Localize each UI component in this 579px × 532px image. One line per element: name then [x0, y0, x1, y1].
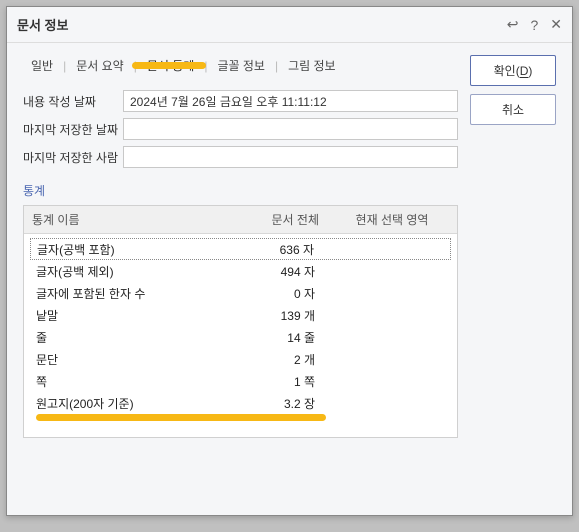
tab-bar: 일반 | 문서 요약 | 문서 통계 | 글꼴 정보 | 그림 정보: [23, 55, 458, 76]
stat-value: 0 자: [205, 285, 315, 302]
stats-body: 글자(공백 포함) 636 자 글자(공백 제외) 494 자 글자에 포함된 …: [24, 234, 457, 437]
stat-name: 원고지(200자 기준): [36, 395, 205, 412]
field-group: 내용 작성 날짜 마지막 저장한 날짜 마지막 저장한 사람: [23, 90, 458, 168]
ok-button[interactable]: 확인(D): [470, 55, 556, 86]
stat-value: 139 개: [205, 307, 315, 324]
titlebar: 문서 정보 ↩ ? ✕: [7, 7, 572, 43]
stat-value: 494 자: [205, 263, 315, 280]
saved-date-label: 마지막 저장한 날짜: [23, 121, 123, 138]
stat-name: 글자에 포함된 한자 수: [36, 285, 205, 302]
table-row[interactable]: 글자에 포함된 한자 수 0 자: [30, 282, 451, 304]
tab-general[interactable]: 일반: [23, 55, 61, 76]
created-date-input[interactable]: [123, 90, 458, 112]
close-icon[interactable]: ✕: [550, 16, 562, 33]
document-info-dialog: 문서 정보 ↩ ? ✕ 일반 | 문서 요약 | 문서 통계 | 글꼴 정보 |…: [6, 6, 573, 516]
table-row[interactable]: 낱말 139 개: [30, 304, 451, 326]
side-buttons: 확인(D) 취소: [470, 55, 556, 503]
help-icon[interactable]: ?: [530, 17, 538, 33]
stats-header-doc: 문서 전체: [217, 206, 327, 233]
dialog-title: 문서 정보: [17, 15, 507, 34]
stats-header-name: 통계 이름: [24, 206, 217, 233]
tab-separator: |: [61, 59, 68, 73]
stat-value: 1 쪽: [205, 373, 315, 390]
table-row[interactable]: 문단 2 개: [30, 348, 451, 370]
saved-by-input[interactable]: [123, 146, 458, 168]
table-row[interactable]: 글자(공백 제외) 494 자: [30, 260, 451, 282]
stat-name: 글자(공백 제외): [36, 263, 205, 280]
field-row-saved-date: 마지막 저장한 날짜: [23, 118, 458, 140]
tab-separator: |: [273, 59, 280, 73]
stat-name: 줄: [36, 329, 205, 346]
stat-name: 글자(공백 포함): [37, 241, 204, 258]
stat-name: 문단: [36, 351, 205, 368]
table-row[interactable]: 줄 14 줄: [30, 326, 451, 348]
stat-value: 14 줄: [205, 329, 315, 346]
table-row[interactable]: 원고지(200자 기준) 3.2 장: [30, 392, 451, 414]
saved-date-input[interactable]: [123, 118, 458, 140]
tab-font[interactable]: 글꼴 정보: [209, 55, 273, 76]
dialog-body: 일반 | 문서 요약 | 문서 통계 | 글꼴 정보 | 그림 정보 내용 작성…: [7, 43, 572, 515]
stats-header-selection: 현재 선택 영역: [327, 206, 457, 233]
saved-by-label: 마지막 저장한 사람: [23, 149, 123, 166]
stat-value: 636 자: [204, 241, 314, 258]
active-tab-highlight: [132, 62, 206, 69]
row-highlight: [36, 414, 326, 421]
tab-summary[interactable]: 문서 요약: [68, 55, 132, 76]
stat-name: 낱말: [36, 307, 205, 324]
tab-image[interactable]: 그림 정보: [280, 55, 344, 76]
ok-button-prefix: 확인(: [494, 64, 520, 78]
stat-value: 2 개: [205, 351, 315, 368]
stat-value: 3.2 장: [205, 395, 315, 412]
cancel-button[interactable]: 취소: [470, 94, 556, 125]
stats-section-label: 통계: [23, 182, 458, 199]
table-row[interactable]: 글자(공백 포함) 636 자: [30, 238, 451, 260]
created-date-label: 내용 작성 날짜: [23, 93, 123, 110]
field-row-saved-by: 마지막 저장한 사람: [23, 146, 458, 168]
field-row-created: 내용 작성 날짜: [23, 90, 458, 112]
stats-header: 통계 이름 문서 전체 현재 선택 영역: [24, 206, 457, 234]
stats-table: 통계 이름 문서 전체 현재 선택 영역 글자(공백 포함) 636 자 글자(…: [23, 205, 458, 438]
titlebar-controls: ↩ ? ✕: [507, 16, 562, 33]
table-row[interactable]: 쪽 1 쪽: [30, 370, 451, 392]
ok-button-suffix: ): [528, 64, 532, 78]
main-panel: 일반 | 문서 요약 | 문서 통계 | 글꼴 정보 | 그림 정보 내용 작성…: [23, 55, 458, 503]
return-icon[interactable]: ↩: [507, 16, 519, 33]
stat-name: 쪽: [36, 373, 205, 390]
